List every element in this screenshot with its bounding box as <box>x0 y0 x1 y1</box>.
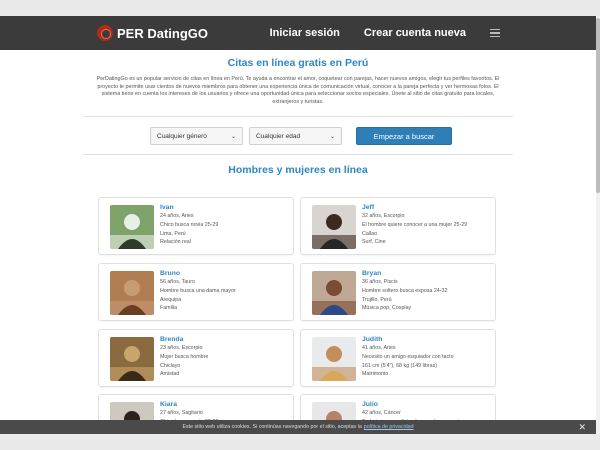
profile-detail: Necesito un amigo esquiador con tacto <box>362 353 454 360</box>
profile-photo[interactable] <box>110 271 154 315</box>
profile-detail: Arequipa <box>160 296 182 303</box>
cookie-text: Este sitio web utiliza cookies. Si conti… <box>182 424 362 430</box>
profile-photo[interactable] <box>110 337 154 381</box>
age-select-value: Cualquier edad <box>256 132 301 140</box>
profile-photo[interactable] <box>312 337 356 381</box>
profile-card[interactable]: Bryan 36 años, Piscis Hombre soltero busca… <box>300 263 496 321</box>
scrollbar[interactable] <box>596 16 600 434</box>
profile-detail: Hombre busca una dama mayor <box>160 287 236 294</box>
profile-info: Jeff 32 años, Escorpio El hombre quiere co… <box>362 204 492 247</box>
divider <box>83 116 513 118</box>
profile-detail: 27 años, Sagitario <box>160 410 203 416</box>
header-nav: Iniciar sesión Crear cuenta nueva <box>270 27 500 39</box>
site-logo[interactable]: PER DatingGO <box>97 25 208 41</box>
age-select[interactable]: Cualquier edad ⌄ <box>249 127 342 146</box>
profile-name[interactable]: Jeff <box>362 204 492 211</box>
profile-card[interactable]: Jeff 32 años, Escorpio El hombre quiere co… <box>300 197 496 255</box>
gender-select[interactable]: Cualquier género ⌄ <box>150 127 243 146</box>
profile-detail: Callao <box>362 230 378 237</box>
profile-detail: Trujillo, Perú <box>362 296 392 303</box>
profile-detail: Amistad <box>160 371 180 378</box>
logo-icon <box>97 25 113 41</box>
profile-name[interactable]: Julio <box>362 401 492 408</box>
profile-photo[interactable] <box>110 205 154 249</box>
profile-photo[interactable] <box>312 205 356 249</box>
profile-card[interactable]: Judith 41 años, Aries Necesito un amigo es… <box>300 329 496 387</box>
profile-detail: 23 años, Escorpio <box>160 345 203 351</box>
profile-card[interactable]: Brenda 23 años, Escorpio Mujer busca hombr… <box>98 329 294 387</box>
profile-detail: Mujer busca hombre <box>160 353 209 360</box>
profile-detail: 36 años, Piscis <box>362 279 398 285</box>
profile-detail: Música pop, Cosplay <box>362 305 412 312</box>
profile-info: Bryan 36 años, Piscis Hombre soltero busca… <box>362 270 492 313</box>
section-title: Hombres y mujeres en línea <box>228 164 368 177</box>
profile-name[interactable]: Bruno <box>160 270 290 277</box>
profile-detail: 56 años, Tauro <box>160 279 195 285</box>
logo-text: PER DatingGO <box>117 25 209 41</box>
profile-info: Judith 41 años, Aries Necesito un amigo es… <box>362 336 492 379</box>
signup-link[interactable]: Crear cuenta nueva <box>364 27 466 39</box>
profile-detail: 32 años, Escorpio <box>362 213 405 219</box>
hamburger-menu-icon[interactable] <box>490 28 500 38</box>
search-button[interactable]: Empezar a buscar <box>356 127 452 146</box>
profile-detail: Familia <box>160 305 178 312</box>
profile-detail: Relación real <box>160 239 191 246</box>
profile-name[interactable]: Kiara <box>160 401 290 408</box>
profile-photo[interactable] <box>312 271 356 315</box>
profile-card[interactable]: Ivan 24 años, Aries Chico busca novia 25-2… <box>98 197 294 255</box>
profile-info: Bruno 56 años, Tauro Hombre busca una dama… <box>160 270 290 313</box>
login-link[interactable]: Iniciar sesión <box>270 27 340 39</box>
profile-info: Brenda 23 años, Escorpio Mujer busca hombr… <box>160 336 290 379</box>
profile-info: Ivan 24 años, Aries Chico busca novia 25-2… <box>160 204 290 247</box>
intro-text: PerDatingGo es un popular servicio de ci… <box>96 76 500 105</box>
profile-name[interactable]: Bryan <box>362 270 492 277</box>
profile-detail: 161 cm (5'4"), 68 kg (149 libras) <box>362 362 438 369</box>
profile-detail: 24 años, Aries <box>160 213 194 219</box>
scrollbar-thumb[interactable] <box>596 18 600 193</box>
profile-name[interactable]: Ivan <box>160 204 290 211</box>
search-form: Cualquier género ⌄ Cualquier edad ⌄ Empe… <box>0 127 596 146</box>
browser-viewport: PER DatingGO Iniciar sesión Crear cuenta… <box>0 16 596 434</box>
chevron-down-icon: ⌄ <box>329 133 335 140</box>
profile-detail: Hombre soltero busca esposa 24-32 <box>362 287 448 294</box>
profile-detail: Chiclayo <box>160 362 181 369</box>
site-header: PER DatingGO Iniciar sesión Crear cuenta… <box>0 16 596 50</box>
profile-card[interactable]: Bruno 56 años, Tauro Hombre busca una dama… <box>98 263 294 321</box>
intro-title: Citas en línea gratis en Perú <box>227 57 369 69</box>
profile-detail: Surf, Cine <box>362 239 386 246</box>
profile-detail: 42 años, Cáncer <box>362 410 401 416</box>
profile-detail: Matrimonio <box>362 371 389 378</box>
profile-detail: Chico busca novia 25-29 <box>160 221 219 228</box>
profile-detail: 41 años, Aries <box>362 345 396 351</box>
chevron-down-icon: ⌄ <box>230 133 236 140</box>
profile-detail: Lima, Perú <box>160 230 186 237</box>
privacy-policy-link[interactable]: política de privacidad <box>364 424 414 430</box>
profile-name[interactable]: Brenda <box>160 336 290 343</box>
profile-detail: El hombre quiere conocer a una mujer 25-… <box>362 221 468 228</box>
gender-select-value: Cualquier género <box>157 132 207 140</box>
cookie-close-icon[interactable]: ✕ <box>578 422 586 433</box>
profile-name[interactable]: Judith <box>362 336 492 343</box>
divider <box>83 154 513 156</box>
cookie-banner: Este sitio web utiliza cookies. Si conti… <box>0 420 596 434</box>
